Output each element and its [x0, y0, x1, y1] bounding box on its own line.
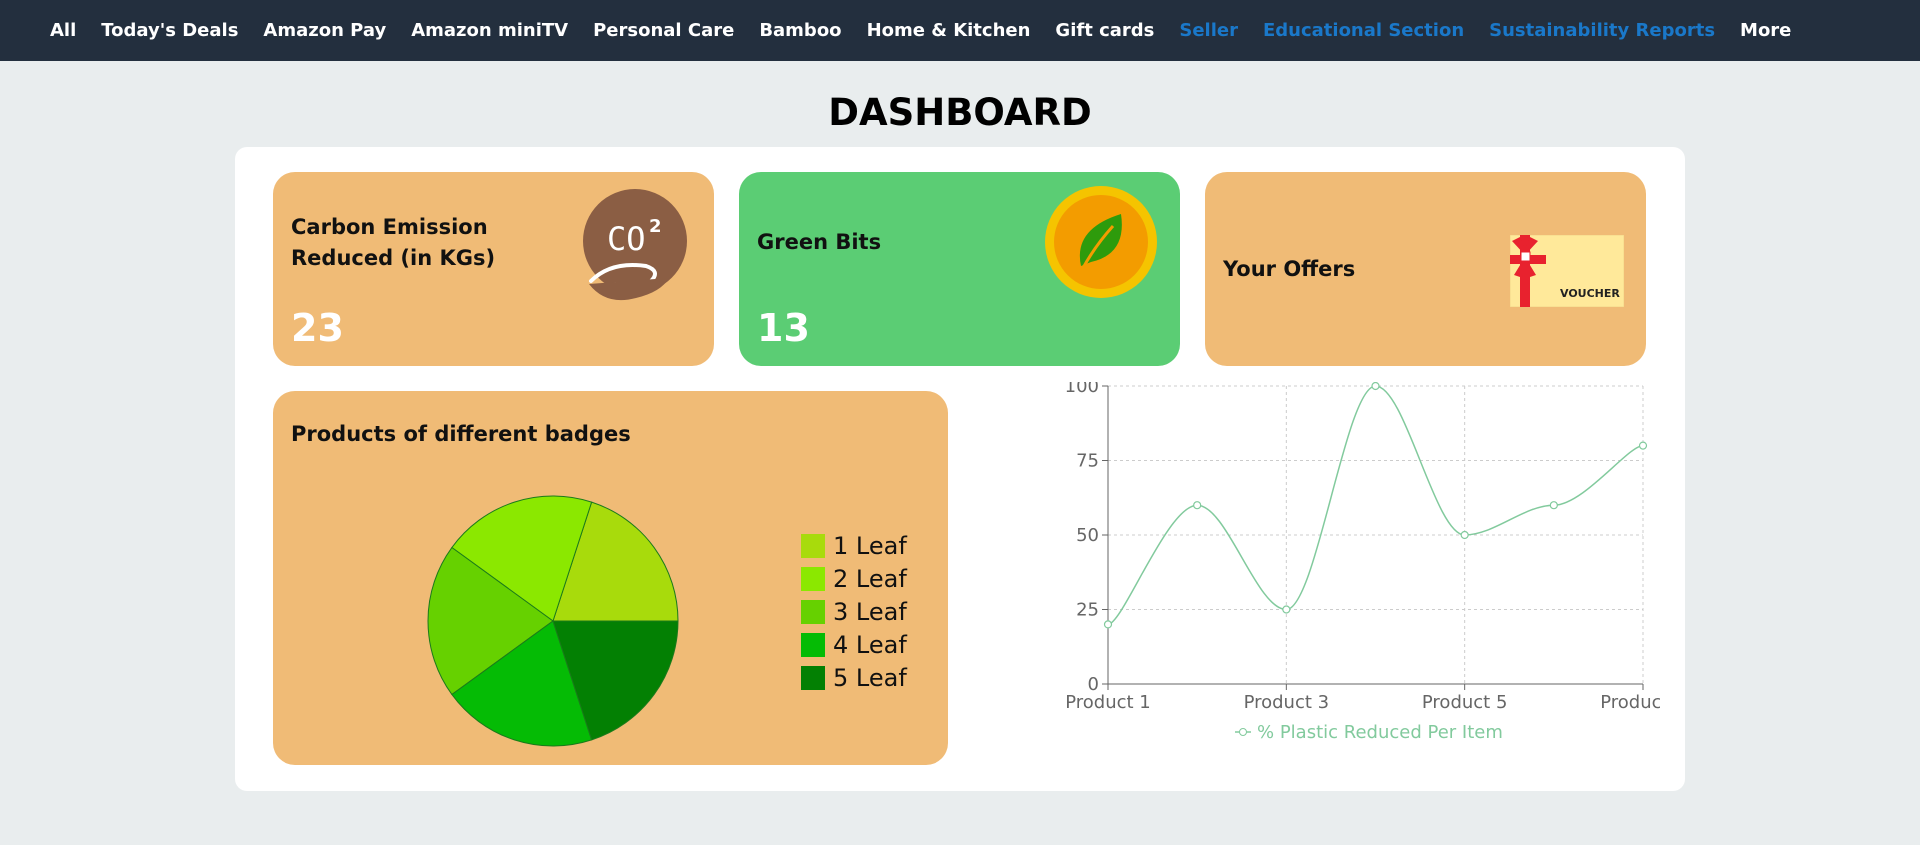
green-bits-title: Green Bits	[757, 230, 882, 254]
legend-swatch	[801, 666, 825, 690]
legend-item: 2 Leaf	[801, 565, 907, 593]
badges-pie-chart	[427, 495, 679, 747]
nav-link-amazon-pay[interactable]: Amazon Pay	[263, 20, 386, 41]
legend-swatch	[801, 567, 825, 591]
co2-icon-superscript: 2	[649, 216, 662, 237]
data-point[interactable]	[1549, 501, 1558, 510]
legend-swatch	[801, 534, 825, 558]
data-point[interactable]	[1638, 441, 1648, 450]
x-tick-label: Product 3	[1244, 692, 1330, 713]
carbon-emission-title: Carbon Emission Reduced (in KGs)	[291, 215, 496, 270]
data-point[interactable]	[1282, 605, 1291, 614]
legend-item: 1 Leaf	[801, 532, 907, 560]
plastic-reduced-line-chart: 0255075100Product 1 Product 3 Product 5 Pro…	[1065, 382, 1660, 743]
legend-label: 5 Leaf	[833, 664, 907, 692]
nav-link-seller[interactable]: Seller	[1179, 20, 1238, 41]
data-point[interactable]	[1460, 530, 1469, 540]
legend-label: 2 Leaf	[833, 565, 907, 593]
y-tick-label: 100	[1065, 382, 1099, 397]
legend-swatch	[801, 633, 825, 657]
legend-label: 4 Leaf	[833, 631, 907, 659]
badges-title: Products of different badges	[291, 422, 631, 446]
badges-card: Products of different badges 1 Leaf 2 Lea…	[273, 391, 948, 765]
legend-item: 5 Leaf	[801, 664, 907, 692]
x-tick-label: Product 7	[1600, 692, 1660, 713]
voucher-icon[interactable]: VOUCHER	[1510, 235, 1624, 307]
leaf-coin-icon	[1045, 186, 1157, 298]
offers-title: Your Offers	[1223, 257, 1356, 281]
co2-icon-text: CO	[607, 220, 646, 258]
voucher-text: VOUCHER	[1560, 287, 1620, 300]
legend-swatch	[801, 600, 825, 624]
series-line	[1107, 385, 1644, 626]
nav-link-personal-care[interactable]: Personal Care	[593, 20, 734, 41]
nav-link-sustainability-reports[interactable]: Sustainability Reports	[1489, 20, 1715, 41]
carbon-emission-value: 23	[291, 306, 344, 350]
y-tick-label: 75	[1076, 451, 1099, 472]
x-tick-label: Product 5	[1422, 692, 1508, 713]
green-bits-value: 13	[757, 306, 810, 350]
offers-card[interactable]: Your Offers VOUCHER	[1205, 172, 1646, 366]
page-title: DASHBOARD	[828, 91, 1092, 134]
green-bits-card: Green Bits 13	[739, 172, 1180, 366]
line-legend-label: % Plastic Reduced Per Item	[1257, 722, 1503, 743]
nav-link-educational-section[interactable]: Educational Section	[1263, 20, 1464, 41]
nav-link-all[interactable]: All	[50, 20, 76, 41]
data-point[interactable]	[1193, 501, 1202, 510]
nav-link-amazon-minitv[interactable]: Amazon miniTV	[411, 20, 568, 41]
y-tick-label: 50	[1076, 525, 1099, 546]
nav-link-today-s-deals[interactable]: Today's Deals	[101, 20, 238, 41]
top-navigation: All Today's Deals Amazon Pay Amazon miniTV P…	[0, 0, 1920, 61]
data-point[interactable]	[1371, 382, 1380, 391]
data-point[interactable]	[1103, 620, 1113, 629]
nav-link-bamboo[interactable]: Bamboo	[759, 20, 841, 41]
nav-link-gift-cards[interactable]: Gift cards	[1055, 20, 1154, 41]
nav-link-more[interactable]: More	[1740, 20, 1791, 41]
y-tick-label: 25	[1076, 600, 1099, 621]
carbon-emission-card: Carbon Emission Reduced (in KGs) 23 CO 2	[273, 172, 714, 366]
legend-label: 1 Leaf	[833, 532, 907, 560]
x-tick-label: Product 1	[1065, 692, 1151, 713]
co2-icon: CO 2	[583, 189, 687, 301]
legend-item: 4 Leaf	[801, 631, 907, 659]
dashboard-panel: Carbon Emission Reduced (in KGs) 23 CO 2…	[235, 147, 1685, 791]
nav-link-home-kitchen[interactable]: Home & Kitchen	[867, 20, 1031, 41]
legend-item: 3 Leaf	[801, 598, 907, 626]
legend-label: 3 Leaf	[833, 598, 907, 626]
